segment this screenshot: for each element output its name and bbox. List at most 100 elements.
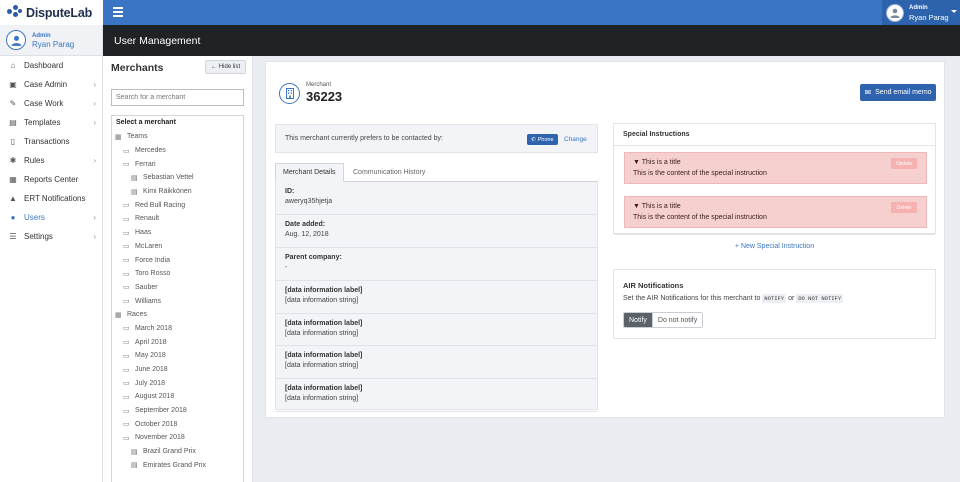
sidebar-item-label: Reports Center	[24, 175, 79, 184]
chevron-right-icon: ›	[93, 118, 96, 127]
instruction-content: This is the content of the special instr…	[633, 214, 767, 221]
tree-folder[interactable]: ▭ September 2018	[112, 404, 243, 418]
sidebar-nav: ⌂ Dashboard ▣ Case Admin › ✎ Case Work › ▤ Templa…	[0, 56, 102, 246]
tree-folder[interactable]: ▭ May 2018	[112, 349, 243, 363]
envelope-icon: ✉	[864, 88, 872, 97]
sidebar-item-label: Settings	[24, 232, 53, 241]
warning-icon: ▲	[9, 194, 17, 203]
tree-folder[interactable]: ▭ October 2018	[112, 417, 243, 431]
tree-header: Select a merchant	[116, 119, 176, 126]
caret-down-icon	[951, 10, 957, 13]
sidebar-item-case-work[interactable]: ✎ Case Work ›	[0, 94, 102, 113]
brand[interactable]: DisputeLab	[0, 0, 103, 25]
instruction-content: This is the content of the special instr…	[633, 170, 767, 177]
folder-icon: ▭	[123, 270, 130, 278]
menu-toggle-icon[interactable]	[113, 7, 123, 17]
sidebar-item-rules[interactable]: ✱ Rules ›	[0, 151, 102, 170]
sidebar-item-reports-center[interactable]: ▦ Reports Center	[0, 170, 102, 189]
sidebar-item-label: ERT Notifications	[24, 194, 86, 203]
do-not-notify-code: DO NOT NOTIFY	[796, 294, 844, 303]
tree-node-label: Williams	[135, 297, 162, 305]
page-title: User Management	[114, 35, 201, 47]
contact-method-label: Phone	[537, 136, 554, 143]
top-bar: DisputeLab Admin Ryan Parag	[0, 0, 960, 25]
chevron-right-icon: ›	[93, 80, 96, 89]
sidebar-item-users[interactable]: ● Users ›	[0, 208, 102, 227]
detail-label: Date added:	[285, 220, 326, 228]
user-menu[interactable]: Admin Ryan Parag	[882, 0, 960, 25]
sidebar-user: Admin Ryan Parag	[0, 25, 102, 56]
detail-row: [data information label] [data informatio…	[276, 346, 597, 380]
tree-folder[interactable]: ▭ August 2018	[112, 390, 243, 404]
special-instructions-title: Special Instructions	[614, 124, 935, 146]
report-icon: ▦	[9, 175, 17, 184]
tree-folder[interactable]: ▭ Sauber	[112, 281, 243, 295]
tree-merchant-item[interactable]: ▤ Emirates Grand Prix	[112, 459, 243, 473]
tree-node-label: Renault	[135, 215, 160, 223]
home-icon: ⌂	[10, 61, 16, 70]
tree-folder[interactable]: ▭ November 2018	[112, 431, 243, 445]
folder-icon: ▭	[123, 393, 130, 401]
page-header: User Management	[103, 25, 960, 56]
sidebar-item-templates[interactable]: ▤ Templates ›	[0, 113, 102, 132]
sidebar-item-dashboard[interactable]: ⌂ Dashboard	[0, 56, 102, 75]
tree-node-label: August 2018	[135, 393, 175, 401]
detail-row: [data information label] [data informatio…	[276, 314, 597, 347]
user-role: Admin	[909, 4, 928, 11]
delete-button[interactable]: Delete	[891, 202, 917, 213]
tree-node-label: Ferrari	[135, 160, 156, 168]
tree-merchant-item[interactable]: ▤ Brazil Grand Prix	[112, 445, 243, 459]
do-not-notify-button[interactable]: Do not notify	[651, 313, 703, 327]
tree-merchant-item[interactable]: ▤ Kimi Räikkönen	[112, 185, 243, 199]
air-desc-prefix: Set the AIR Notifications for this merch…	[623, 295, 761, 302]
tree-node-label: June 2018	[135, 366, 168, 374]
contact-preference: This merchant currently prefers to be co…	[275, 124, 598, 153]
tree-folder[interactable]: ▭ Ferrari	[112, 157, 243, 171]
tab-merchant-details[interactable]: Merchant Details	[275, 163, 344, 182]
tree-folder[interactable]: ▭ March 2018	[112, 322, 243, 336]
detail-value: aweryq35hjetja	[285, 198, 333, 205]
sidebar-item-transactions[interactable]: ▯ Transactions	[0, 132, 102, 151]
hide-list-button[interactable]: ← Hide list	[205, 60, 246, 74]
tree-node-label: Teams	[127, 133, 148, 141]
sidebar-item-case-admin[interactable]: ▣ Case Admin ›	[0, 75, 102, 94]
change-contact-link[interactable]: Change	[564, 136, 587, 143]
contact-text: This merchant currently prefers to be co…	[285, 135, 443, 142]
tree-folder[interactable]: ▭ Red Bull Racing	[112, 198, 243, 212]
tab-communication-history[interactable]: Communication History	[346, 163, 432, 182]
new-special-instruction-link[interactable]: + New Special Instruction	[614, 243, 935, 250]
tree-folder[interactable]: ▭ July 2018	[112, 376, 243, 390]
document-icon: ▯	[10, 137, 16, 146]
sidebar-item-ert-notifications[interactable]: ▲ ERT Notifications	[0, 189, 102, 208]
tree-folder[interactable]: ▭ April 2018	[112, 335, 243, 349]
tree-folder[interactable]: ▭ Force India	[112, 253, 243, 267]
sidebar-item-label: Case Admin	[24, 80, 68, 89]
instruction-title[interactable]: ▼ This is a title	[633, 159, 681, 166]
tree-merchant-item[interactable]: ▤ Sebastian Vettel	[112, 171, 243, 185]
tree-folder[interactable]: ▦ Teams	[112, 130, 243, 144]
sidebar-item-settings[interactable]: ☰ Settings ›	[0, 227, 102, 246]
tree-folder[interactable]: ▭ June 2018	[112, 363, 243, 377]
update-button[interactable]: Update	[891, 158, 917, 169]
merchant-search-input[interactable]	[111, 89, 244, 106]
tree-folder[interactable]: ▭ Mercedes	[112, 144, 243, 158]
send-email-memo-button[interactable]: ✉ Send email memo	[860, 84, 936, 101]
folder-icon: ▭	[123, 352, 130, 360]
folder-icon: ▭	[123, 243, 130, 251]
folder-icon: ▭	[123, 325, 130, 333]
tree-folder[interactable]: ▭ McLaren	[112, 240, 243, 254]
tree-folder[interactable]: ▭ Williams	[112, 294, 243, 308]
id-card-icon: ▤	[131, 462, 138, 470]
instruction-title[interactable]: ▼ This is a title	[633, 203, 681, 210]
tree-folder[interactable]: ▭ Haas	[112, 226, 243, 240]
folder-icon: ▭	[123, 366, 130, 374]
building-icon: ▦	[115, 311, 122, 319]
sidebar-user-role: Admin	[32, 32, 51, 39]
detail-row: [data information label] [data informatio…	[276, 379, 597, 413]
tree-folder[interactable]: ▭ Toro Rosso	[112, 267, 243, 281]
tree-folder[interactable]: ▭ Renault	[112, 212, 243, 226]
notify-button[interactable]: Notify	[624, 313, 652, 327]
detail-row: [data information label] [data informatio…	[276, 281, 597, 314]
tree-folder[interactable]: ▦ Races	[112, 308, 243, 322]
sidebar-item-label: Templates	[24, 118, 61, 127]
